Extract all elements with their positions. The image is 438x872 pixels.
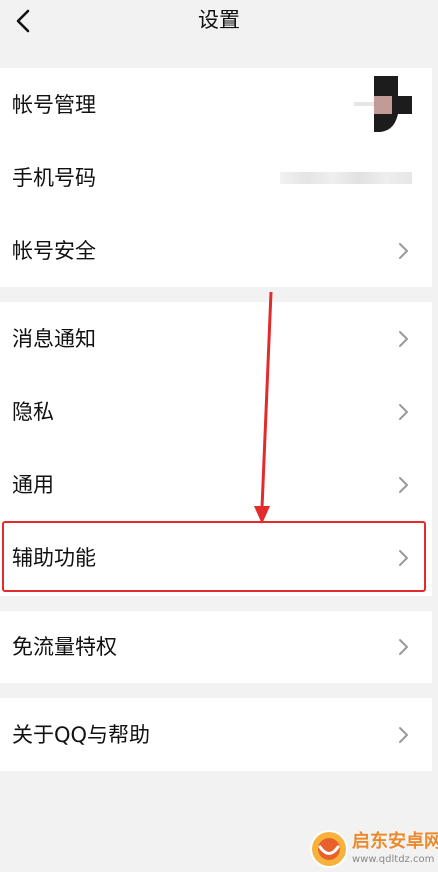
settings-row-account-security[interactable]: 帐号安全 xyxy=(0,214,432,287)
row-label: 通用 xyxy=(12,472,54,497)
row-label: 手机号码 xyxy=(12,165,96,190)
row-label: 帐号管理 xyxy=(12,92,96,117)
settings-row-about-and-help[interactable]: 关于QQ与帮助 xyxy=(0,698,432,771)
chevron-right-icon xyxy=(399,403,408,420)
chevron-right-icon xyxy=(399,330,408,347)
settings-row-accessibility[interactable]: 辅助功能 xyxy=(0,521,432,594)
watermark: 启东安卓网 www.qdltdz.com xyxy=(306,826,438,870)
about-group: 关于QQ与帮助 xyxy=(0,698,432,771)
account-group: 帐号管理 手机号码 帐号安全 xyxy=(0,68,432,287)
settings-row-general[interactable]: 通用 xyxy=(0,448,432,521)
row-label: 关于QQ与帮助 xyxy=(12,722,151,747)
settings-row-notifications[interactable]: 消息通知 xyxy=(0,302,432,375)
row-label: 帐号安全 xyxy=(12,238,96,263)
watermark-logo xyxy=(310,830,348,868)
settings-row-privacy[interactable]: 隐私 xyxy=(0,375,432,448)
avatar xyxy=(354,76,414,134)
chevron-right-icon xyxy=(399,726,408,743)
chevron-right-icon xyxy=(399,639,408,655)
chevron-right-icon xyxy=(399,476,408,493)
row-label: 免流量特权 xyxy=(12,635,117,659)
row-label: 隐私 xyxy=(12,399,54,424)
watermark-url: www.qdltdz.com xyxy=(352,854,435,865)
masked-phone-value xyxy=(280,172,412,184)
settings-row-account-management[interactable]: 帐号管理 xyxy=(0,68,432,141)
settings-row-phone-number[interactable]: 手机号码 xyxy=(0,141,432,214)
page-title: 设置 xyxy=(198,8,240,32)
data-free-group: 免流量特权 xyxy=(0,611,432,683)
row-label: 消息通知 xyxy=(12,326,96,351)
chevron-right-icon xyxy=(399,549,408,566)
row-label: 辅助功能 xyxy=(12,545,96,570)
watermark-title: 启东安卓网 xyxy=(352,831,438,852)
settings-row-data-free-privilege[interactable]: 免流量特权 xyxy=(0,611,432,683)
chevron-right-icon xyxy=(399,242,408,259)
general-group: 消息通知 隐私 通用 辅助功能 xyxy=(0,302,432,596)
top-bar: 设置 xyxy=(0,0,438,62)
